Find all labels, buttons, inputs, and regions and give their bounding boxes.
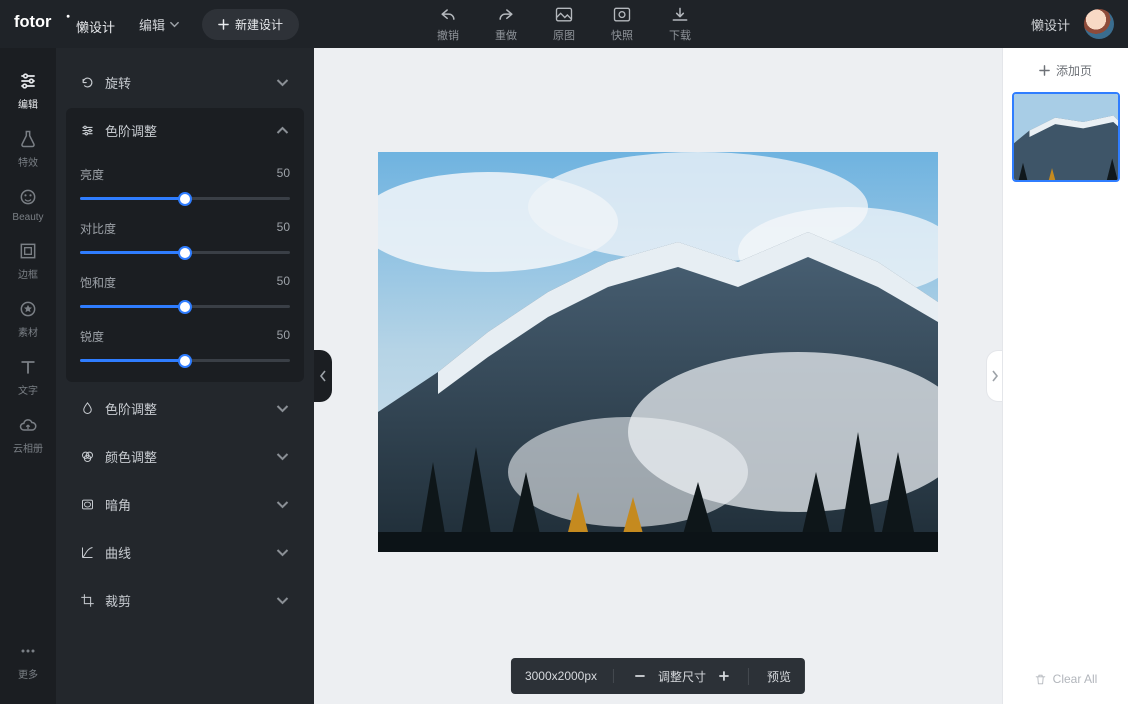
slider-brightness: 亮度50 (80, 166, 290, 206)
top-right: 懒设计 (1031, 9, 1114, 39)
slider-thumb[interactable] (178, 192, 192, 206)
slider-thumb[interactable] (178, 300, 192, 314)
rail-collapse-handle[interactable] (986, 350, 1002, 402)
slider-thumb[interactable] (178, 354, 192, 368)
chevron-down-icon (275, 497, 290, 512)
chevron-right-icon (991, 370, 999, 382)
plus-icon (218, 19, 229, 30)
slider-contrast: 对比度50 (80, 220, 290, 260)
zoom-in-button[interactable] (716, 668, 732, 684)
resize-group: 调整尺寸 (632, 668, 749, 685)
slider-saturation: 饱和度50 (80, 274, 290, 314)
trash-icon (1034, 673, 1047, 686)
adjust-panel: 旋转 色阶调整 亮度50 对比度50 饱和度50 锐度50 色阶调 (56, 48, 314, 704)
top-center-actions: 撤销 重做 原图 快照 下载 (437, 6, 691, 43)
pages-rail: 添加页 Clear All (1002, 48, 1128, 704)
snapshot-button[interactable]: 快照 (611, 6, 633, 43)
download-button[interactable]: 下载 (669, 6, 691, 43)
zoom-out-button[interactable] (632, 668, 648, 684)
avatar[interactable] (1084, 9, 1114, 39)
text-icon (18, 357, 38, 377)
new-design-label: 新建设计 (235, 16, 283, 33)
chevron-down-icon (169, 19, 180, 30)
resize-label[interactable]: 调整尺寸 (658, 668, 706, 685)
chevron-down-icon (275, 75, 290, 90)
section-crop[interactable]: 裁剪 (66, 578, 304, 622)
section-color[interactable]: 颜色调整 (66, 434, 304, 478)
color-icon (80, 449, 95, 464)
section-levels: 色阶调整 亮度50 对比度50 饱和度50 锐度50 (66, 108, 304, 382)
sliders-icon (18, 71, 38, 91)
nav-effect[interactable]: 特效 (0, 120, 56, 178)
curves-icon (80, 545, 95, 560)
plus-icon (718, 670, 730, 682)
dots-icon (18, 641, 38, 661)
nav-edit[interactable]: 编辑 (0, 62, 56, 120)
chevron-left-icon (319, 370, 327, 382)
canvas: 3000x2000px 调整尺寸 预览 (314, 48, 1002, 704)
plus-icon (1039, 65, 1050, 76)
new-design-button[interactable]: 新建设计 (202, 9, 299, 40)
section-vignette[interactable]: 暗角 (66, 482, 304, 526)
clear-all-button[interactable]: Clear All (1034, 672, 1098, 686)
add-page-button[interactable]: 添加页 (1011, 56, 1120, 84)
top-bar: fotor 懒设计 编辑 新建设计 撤销 重做 原图 快照 下载 (0, 0, 1128, 48)
vignette-icon (80, 497, 95, 512)
menu-edit[interactable]: 编辑 (139, 15, 180, 34)
fotor-logo-icon: fotor (14, 12, 72, 32)
download-icon (670, 6, 690, 24)
section-rotate[interactable]: 旋转 (66, 60, 304, 104)
chevron-down-icon (275, 401, 290, 416)
minus-icon (634, 670, 646, 682)
chevron-down-icon (275, 545, 290, 560)
slider-contrast-track[interactable] (80, 246, 290, 260)
slider-brightness-track[interactable] (80, 192, 290, 206)
frame-icon (18, 241, 38, 261)
chevron-down-icon (275, 593, 290, 608)
redo-button[interactable]: 重做 (495, 6, 517, 43)
left-nav: 编辑 特效 Beauty 边框 素材 文字 云相册 更多 (0, 48, 56, 704)
image-icon (554, 6, 574, 24)
undo-icon (438, 6, 458, 24)
cloud-up-icon (18, 415, 38, 435)
flask-icon (18, 129, 38, 149)
undo-button[interactable]: 撤销 (437, 6, 459, 43)
slider-thumb[interactable] (178, 246, 192, 260)
original-button[interactable]: 原图 (553, 6, 575, 43)
drop-icon (80, 401, 95, 416)
star-circle-icon (18, 299, 38, 319)
adjust-icon (80, 123, 95, 138)
section-curves[interactable]: 曲线 (66, 530, 304, 574)
nav-beauty[interactable]: Beauty (0, 178, 56, 232)
nav-sticker[interactable]: 素材 (0, 290, 56, 348)
brand-sub: 懒设计 (76, 17, 115, 36)
chevron-down-icon (275, 449, 290, 464)
chevron-up-icon (275, 123, 290, 138)
panel-collapse-handle[interactable] (314, 350, 332, 402)
preview-button[interactable]: 预览 (767, 668, 791, 685)
slider-sharpness-track[interactable] (80, 354, 290, 368)
menu-edit-label: 编辑 (139, 15, 165, 34)
artwork-image[interactable] (378, 152, 938, 552)
nav-more[interactable]: 更多 (0, 632, 56, 690)
crop-icon (80, 593, 95, 608)
nav-frame[interactable]: 边框 (0, 232, 56, 290)
slider-sharpness: 锐度50 (80, 328, 290, 368)
brand-logo[interactable]: fotor 懒设计 (14, 12, 115, 36)
svg-text:fotor: fotor (14, 13, 52, 31)
section-levels2[interactable]: 色阶调整 (66, 386, 304, 430)
canvas-size: 3000x2000px (525, 669, 614, 683)
canvas-bottom-bar: 3000x2000px 调整尺寸 预览 (511, 658, 805, 694)
snapshot-icon (612, 6, 632, 24)
nav-text[interactable]: 文字 (0, 348, 56, 406)
face-icon (18, 187, 38, 207)
page-thumb-1[interactable] (1012, 92, 1120, 182)
lazy-link[interactable]: 懒设计 (1031, 15, 1070, 34)
nav-cloud[interactable]: 云相册 (0, 406, 56, 464)
redo-icon (496, 6, 516, 24)
rotate-icon (80, 75, 95, 90)
slider-saturation-track[interactable] (80, 300, 290, 314)
section-levels-header[interactable]: 色阶调整 (80, 108, 290, 152)
